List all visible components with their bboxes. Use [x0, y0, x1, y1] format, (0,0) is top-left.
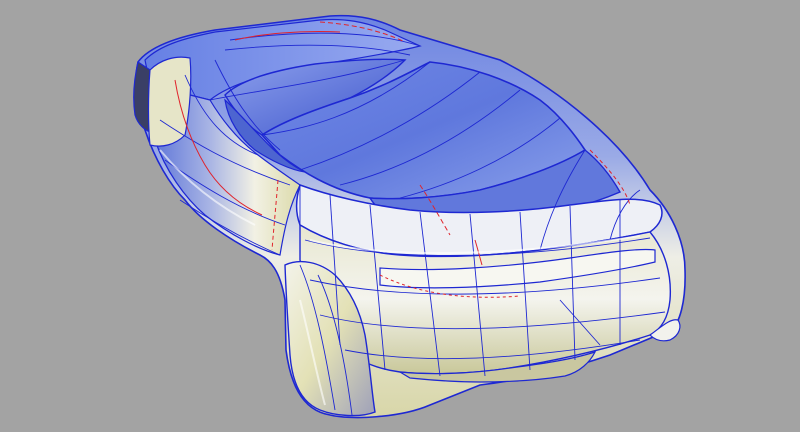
car-surface-model[interactable] — [0, 0, 800, 432]
modeling-viewport[interactable] — [0, 0, 800, 432]
front-left-fender[interactable] — [147, 56, 192, 147]
